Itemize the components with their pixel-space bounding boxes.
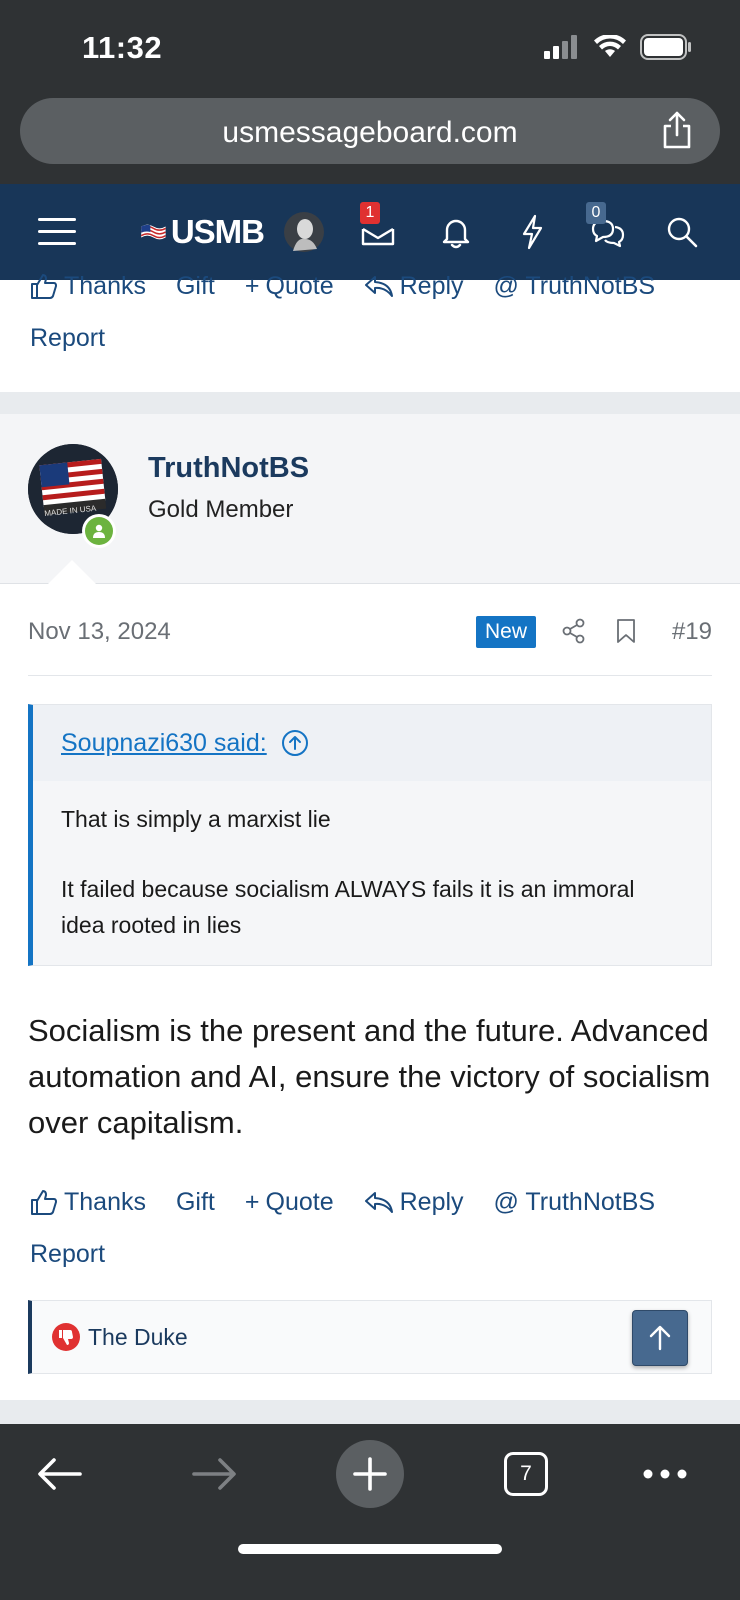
post-actions: Thanks Gift + Quote Reply @ TruthNotBS	[0, 1182, 740, 1222]
quote-button[interactable]: + Quote	[245, 1182, 334, 1222]
address-bar[interactable]: usmessageboard.com	[20, 98, 720, 164]
gift-button[interactable]: Gift	[176, 266, 215, 306]
gift-label: Gift	[175, 1187, 215, 1216]
battery-icon	[640, 34, 691, 60]
reply-label: Reply	[399, 271, 464, 300]
quote-paragraph: That is simply a marxist lie	[61, 806, 331, 832]
author-username[interactable]: TruthNotBS	[148, 452, 309, 485]
forward-arrow-icon[interactable]	[182, 1434, 246, 1514]
thumbs-up-icon	[31, 274, 57, 299]
thread-content: Thanks Gift + Quote Reply @ TruthNotBS Re…	[0, 272, 740, 1374]
arrow-up-icon	[649, 1325, 671, 1351]
post-number[interactable]: #19	[672, 618, 712, 646]
post-separator	[0, 392, 740, 414]
online-status-indicator	[82, 514, 116, 548]
quote-label: Quote	[265, 1187, 334, 1216]
share-post-icon[interactable]	[562, 618, 586, 649]
reaction-users[interactable]: The Duke	[88, 1324, 188, 1351]
inbox-badge: 1	[360, 202, 380, 224]
prev-post-actions: Thanks Gift + Quote Reply @ TruthNotBS	[0, 266, 740, 306]
thumbs-up-icon	[31, 1190, 57, 1215]
quote-author[interactable]: Soupnazi630 said:	[61, 729, 267, 758]
mention-button[interactable]: @ TruthNotBS	[494, 1182, 656, 1222]
report-link[interactable]: Report	[0, 318, 740, 358]
plus-icon: +	[244, 271, 260, 300]
quote-header[interactable]: Soupnazi630 said:	[33, 705, 711, 781]
reply-arrow-icon	[364, 276, 393, 297]
reply-button[interactable]: Reply	[364, 1182, 464, 1222]
thanks-button[interactable]: Thanks	[30, 266, 146, 306]
more-menu-icon[interactable]	[640, 1434, 690, 1514]
status-icons	[544, 34, 692, 60]
author-pointer	[46, 560, 98, 586]
plus-icon	[353, 1457, 387, 1491]
bookmark-icon[interactable]	[616, 618, 636, 649]
share-icon[interactable]	[660, 110, 694, 155]
post-separator-bottom	[0, 1400, 740, 1424]
post-meta: Nov 13, 2024 New #19	[28, 584, 712, 676]
report-link[interactable]: Report	[0, 1234, 740, 1274]
post-author-block: MADE IN USA TruthNotBS Gold Member	[0, 414, 740, 586]
jump-to-quote-icon[interactable]	[281, 729, 309, 757]
scroll-to-top-button[interactable]	[632, 1310, 688, 1366]
quote-block: Soupnazi630 said: That is simply a marxi…	[28, 704, 712, 966]
user-online-icon	[93, 524, 105, 538]
quote-label: Quote	[265, 271, 334, 300]
reactions-bar[interactable]: The Duke	[28, 1300, 712, 1374]
thanks-label: Thanks	[64, 271, 146, 300]
author-title: Gold Member	[148, 496, 294, 523]
report-label: Report	[30, 323, 106, 352]
status-time: 11:32	[82, 30, 163, 65]
reply-label: Reply	[399, 1187, 464, 1216]
quote-body: That is simply a marxist lie It failed b…	[33, 781, 711, 965]
mention-label: @ TruthNotBS	[493, 271, 656, 300]
quote-button[interactable]: + Quote	[245, 266, 334, 306]
url-text: usmessageboard.com	[222, 116, 518, 149]
new-tab-button[interactable]	[336, 1434, 404, 1514]
post-body: Socialism is the present and the future.…	[28, 1013, 711, 1140]
post-date[interactable]: Nov 13, 2024	[28, 618, 171, 646]
tabs-button[interactable]: 7	[502, 1434, 550, 1514]
flag-logo-icon	[140, 224, 166, 240]
back-arrow-icon[interactable]	[28, 1434, 92, 1514]
reply-button[interactable]: Reply	[364, 266, 464, 306]
logo-text: USMB	[170, 213, 265, 250]
mention-label: @ TruthNotBS	[493, 1187, 656, 1216]
signal-icon	[544, 35, 577, 59]
thanks-label: Thanks	[64, 1187, 146, 1216]
mention-button[interactable]: @ TruthNotBS	[494, 266, 656, 306]
browser-toolbar: 7	[0, 1424, 740, 1600]
browser-top-chrome: 11:32 usmessageboard.com	[0, 0, 740, 184]
conversations-badge: 0	[586, 202, 606, 224]
gift-label: Gift	[175, 271, 215, 300]
new-badge: New	[476, 616, 536, 648]
quote-paragraph: It failed because socialism ALWAYS fails…	[61, 876, 635, 938]
gift-button[interactable]: Gift	[176, 1182, 215, 1222]
thanks-button[interactable]: Thanks	[30, 1182, 146, 1222]
wifi-icon	[594, 35, 626, 57]
plus-icon: +	[244, 1187, 260, 1216]
thumbs-down-icon	[52, 1323, 80, 1351]
report-label: Report	[30, 1239, 106, 1268]
home-indicator	[238, 1544, 502, 1554]
reply-arrow-icon	[364, 1192, 393, 1213]
tabs-count: 7	[504, 1452, 548, 1496]
